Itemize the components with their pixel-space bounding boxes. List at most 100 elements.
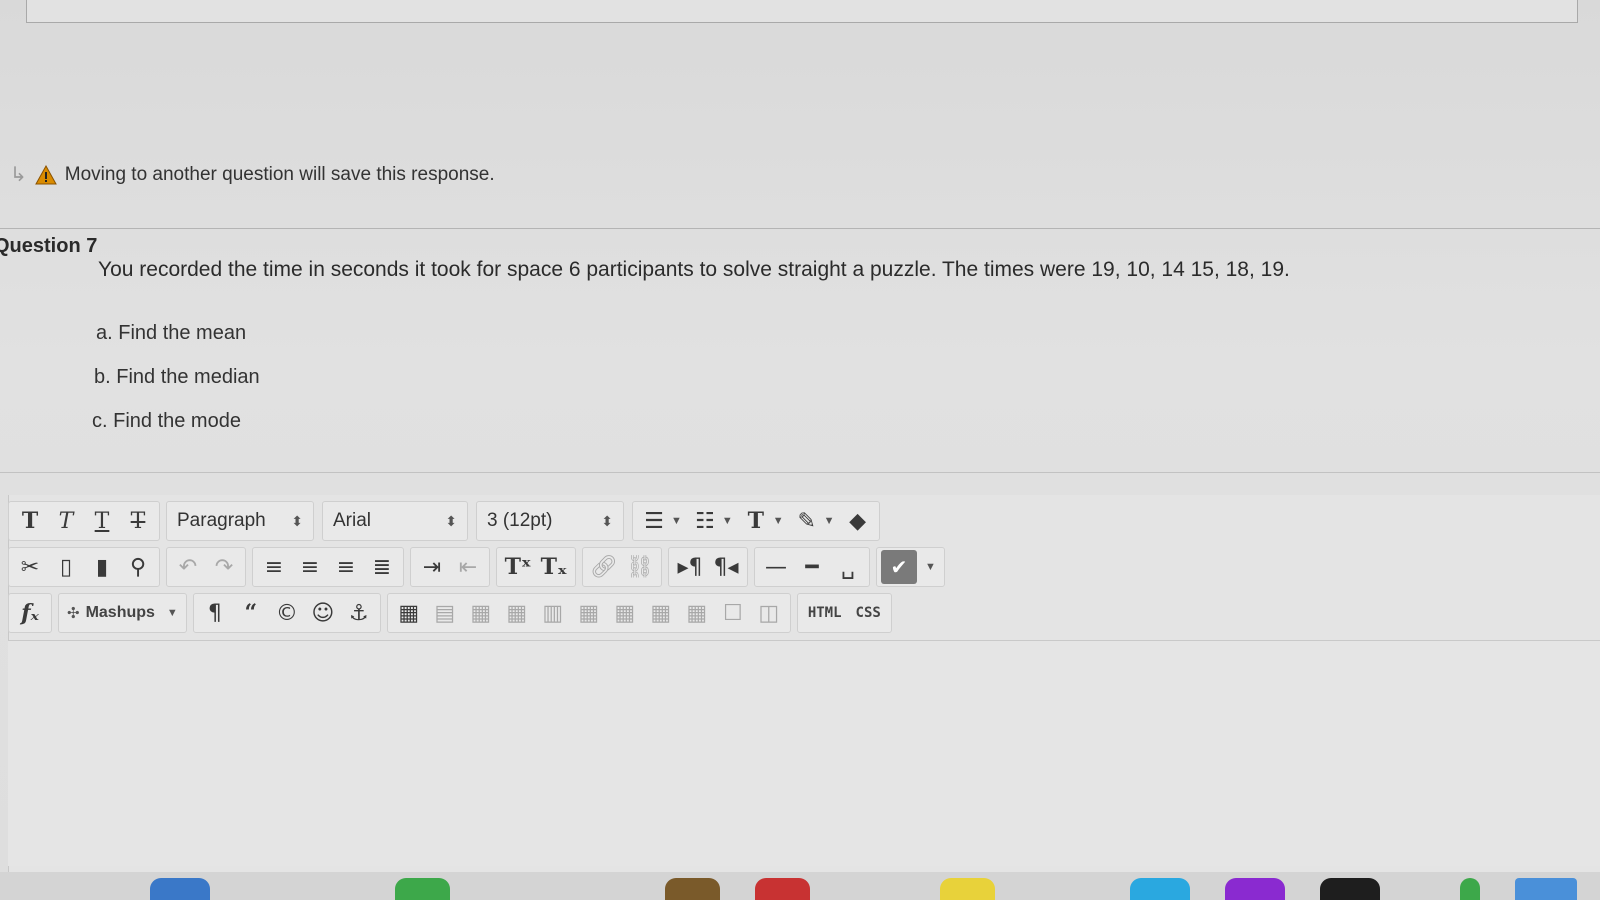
table-delete-row-icon[interactable]: ▦	[500, 597, 534, 629]
editor-text-area[interactable]	[8, 640, 1600, 866]
align-right-icon[interactable]: ≡	[329, 551, 363, 583]
toolbar-row-2: ✂ ▯ ▮ ⚲ ↶ ↷ ≡ ≡ ≡ ≣ ⇥ ⇤ Tˣ Tₓ 🔗︎ ⛓ ▸¶ ¶◂…	[8, 546, 951, 588]
chevron-down-icon[interactable]: ▼	[167, 607, 178, 619]
table-col-after-icon[interactable]: ▦	[572, 597, 606, 629]
chevron-down-icon[interactable]: ▼	[671, 515, 682, 527]
insert-group: ¶ “ © ☺ ⚓	[192, 593, 381, 633]
top-panel	[26, 0, 1578, 23]
redo-icon[interactable]: ↷	[207, 551, 241, 583]
anchor-icon[interactable]: ⚓	[342, 597, 376, 629]
dock	[0, 872, 1600, 900]
clipboard-group: ✂ ▯ ▮ ⚲	[8, 547, 160, 587]
direction-group: ▸¶ ¶◂	[668, 547, 748, 587]
table-row-after-icon[interactable]: ▦	[464, 597, 498, 629]
link-group: 🔗︎ ⛓	[582, 547, 662, 587]
subscript-icon[interactable]: Tₓ	[537, 551, 571, 583]
underline-icon[interactable]: T	[85, 505, 119, 537]
table-icon[interactable]: ▦	[392, 597, 426, 629]
question-text: You recorded the time in seconds it took…	[98, 258, 1290, 281]
table-merge-icon[interactable]: ▦	[680, 597, 714, 629]
dock-app-icon[interactable]	[1515, 878, 1577, 900]
dock-app-icon[interactable]	[1460, 878, 1480, 900]
eraser-icon[interactable]: ◆	[841, 505, 875, 537]
updown-caret-icon: ⬍	[601, 512, 613, 529]
horizontal-rule-icon[interactable]: —	[759, 551, 793, 583]
cut-icon[interactable]: ✂	[13, 551, 47, 583]
chevron-down-icon[interactable]: ▼	[925, 561, 936, 573]
css-button[interactable]: CSS	[850, 605, 887, 621]
dock-app-icon[interactable]	[150, 878, 210, 900]
dock-app-icon[interactable]	[940, 878, 995, 900]
table-props-icon[interactable]: ◫	[752, 597, 786, 629]
table-cell-icon[interactable]: ☐	[716, 597, 750, 629]
find-icon[interactable]: ⚲	[121, 551, 155, 583]
table-row-before-icon[interactable]: ▤	[428, 597, 462, 629]
numbered-list-icon[interactable]: ☷	[688, 505, 722, 537]
outdent-icon[interactable]: ⇤	[451, 551, 485, 583]
math-group: fₓ	[8, 593, 52, 633]
paragraph-icon[interactable]: ¶	[198, 597, 232, 629]
dock-app-icon[interactable]	[665, 878, 720, 900]
table-split-icon[interactable]: ▦	[644, 597, 678, 629]
bullet-list-icon[interactable]: ☰	[637, 505, 671, 537]
dock-app-icon[interactable]	[1225, 878, 1285, 900]
emoticon-icon[interactable]: ☺	[306, 597, 340, 629]
updown-caret-icon: ⬍	[445, 512, 457, 529]
indent-icon[interactable]: ⇥	[415, 551, 449, 583]
toolbar-row-3: fₓ ✣ Mashups ▼ ¶ “ © ☺ ⚓ ▦ ▤ ▦ ▦ ▥ ▦ ▦ ▦…	[8, 592, 898, 634]
mashups-icon: ✣	[67, 605, 80, 622]
paste-icon[interactable]: ▮	[85, 551, 119, 583]
arrow-return-icon: ↳	[10, 164, 27, 186]
question-part-a: a. Find the mean	[96, 322, 247, 344]
spellcheck-icon[interactable]: ✔	[881, 550, 917, 584]
divider	[0, 228, 1600, 229]
undo-group: ↶ ↷	[166, 547, 246, 587]
list-group: ☰ ▼ ☷ ▼ T ▼ ✎ ▼ ◆	[632, 501, 880, 541]
dock-app-icon[interactable]	[1320, 878, 1380, 900]
mashups-label[interactable]: Mashups	[86, 604, 155, 622]
chevron-down-icon[interactable]: ▼	[722, 515, 733, 527]
format-select[interactable]: Paragraph ⬍	[166, 501, 314, 541]
ltr-icon[interactable]: ▸¶	[673, 551, 707, 583]
thick-rule-icon[interactable]: ━	[795, 551, 829, 583]
chevron-down-icon[interactable]: ▼	[773, 515, 784, 527]
nonbreaking-space-icon[interactable]: ␣	[831, 551, 865, 583]
align-justify-icon[interactable]: ≣	[365, 551, 399, 583]
updown-caret-icon: ⬍	[291, 512, 303, 529]
undo-icon[interactable]: ↶	[171, 551, 205, 583]
spellcheck-group: ✔ ▼	[876, 547, 945, 587]
unlink-icon[interactable]: ⛓	[623, 551, 657, 583]
table-col-before-icon[interactable]: ▥	[536, 597, 570, 629]
text-color-icon[interactable]: T	[739, 505, 773, 537]
link-icon[interactable]: 🔗︎	[587, 551, 621, 583]
align-center-icon[interactable]: ≡	[293, 551, 327, 583]
italic-icon[interactable]: T	[49, 505, 83, 537]
strikethrough-icon[interactable]: T	[121, 505, 155, 537]
dock-app-icon[interactable]	[395, 878, 450, 900]
dock-app-icon[interactable]	[1130, 878, 1190, 900]
question-part-b: b. Find the median	[94, 366, 260, 388]
highlight-icon[interactable]: ✎	[790, 505, 824, 537]
rtl-icon[interactable]: ¶◂	[709, 551, 743, 583]
indent-group: ⇥ ⇤	[410, 547, 490, 587]
text-style-group: T T T T	[8, 501, 160, 541]
toolbar-row-1: T T T T Paragraph ⬍ Arial ⬍ 3 (12pt) ⬍ ☰…	[8, 500, 886, 542]
page: ↳ Moving to another question will save t…	[0, 0, 1600, 900]
align-group: ≡ ≡ ≡ ≣	[252, 547, 404, 587]
save-notice: ↳ Moving to another question will save t…	[10, 162, 495, 187]
font-select[interactable]: Arial ⬍	[322, 501, 468, 541]
copyright-icon[interactable]: ©	[270, 597, 304, 629]
chevron-down-icon[interactable]: ▼	[824, 515, 835, 527]
question-part-c: c. Find the mode	[92, 410, 241, 432]
blockquote-icon[interactable]: “	[234, 597, 268, 629]
copy-icon[interactable]: ▯	[49, 551, 83, 583]
html-button[interactable]: HTML	[802, 605, 848, 621]
formula-icon[interactable]: fₓ	[13, 597, 47, 629]
size-select-value: 3 (12pt)	[487, 510, 553, 531]
align-left-icon[interactable]: ≡	[257, 551, 291, 583]
table-delete-col-icon[interactable]: ▦	[608, 597, 642, 629]
size-select[interactable]: 3 (12pt) ⬍	[476, 501, 624, 541]
superscript-icon[interactable]: Tˣ	[501, 551, 535, 583]
dock-app-icon[interactable]	[755, 878, 810, 900]
bold-icon[interactable]: T	[13, 505, 47, 537]
